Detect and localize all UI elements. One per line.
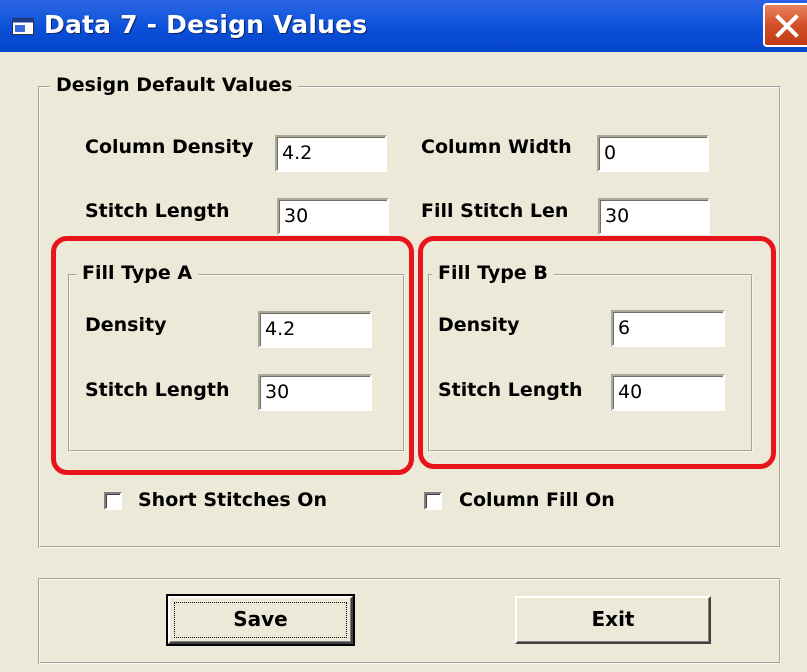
column-fill-checkbox[interactable] [424,492,442,510]
design-defaults-title: Design Default Values [50,74,299,96]
highlight-fill-type-b [418,236,776,469]
window-title: Data 7 - Design Values [44,10,368,39]
save-focus-rect [174,602,347,638]
column-width-input[interactable]: 0 [597,135,709,172]
window-app-icon [12,18,34,35]
short-stitches-checkbox[interactable] [104,492,122,510]
column-fill-label: Column Fill On [459,489,615,511]
save-button[interactable]: Save [166,594,355,646]
fill-stitch-len-input[interactable]: 30 [598,198,710,235]
fill-stitch-len-label: Fill Stitch Len [421,200,569,222]
highlight-fill-type-a [51,236,414,475]
column-width-label: Column Width [421,136,572,158]
column-density-input[interactable]: 4.2 [275,135,387,172]
stitch-length-input[interactable]: 30 [277,198,389,235]
column-density-label: Column Density [85,136,254,158]
exit-button[interactable]: Exit [515,596,711,644]
close-button[interactable] [763,3,807,47]
title-bar[interactable]: Data 7 - Design Values [0,0,807,52]
close-icon [775,14,799,38]
exit-button-label: Exit [591,607,635,631]
stitch-length-label: Stitch Length [85,200,230,222]
short-stitches-label[interactable]: Short Stitches On [138,489,327,511]
